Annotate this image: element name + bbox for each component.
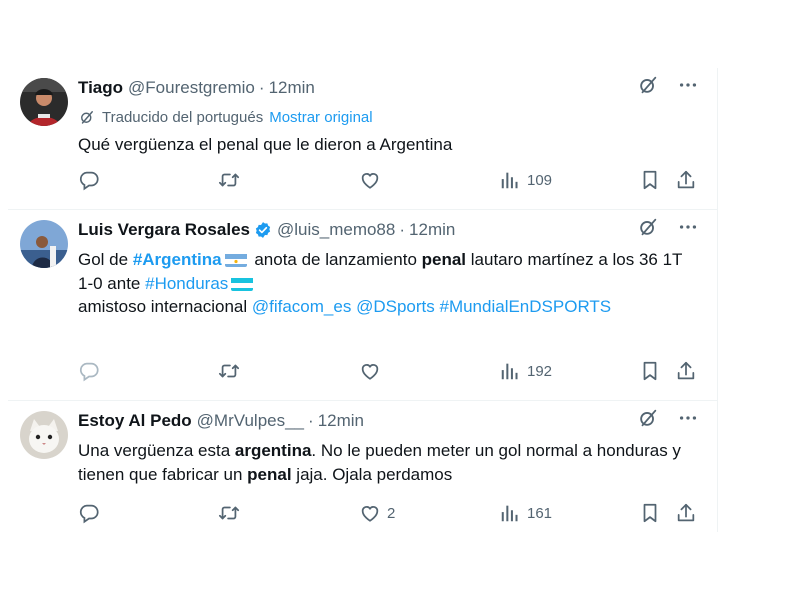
views-count: 192 [527, 362, 553, 380]
share-icon [675, 502, 697, 524]
tweet[interactable]: Tiago @Fourestgremio · 12min Traducido d… [8, 68, 717, 210]
tweet-header: Estoy Al Pedo @MrVulpes__ · 12min [78, 409, 364, 433]
reply-icon [78, 169, 100, 191]
views-icon [499, 169, 521, 191]
views-count: 109 [527, 171, 553, 189]
translated-label: Traducido del portugués [102, 108, 264, 126]
text-segment: lautaro martínez a los 36 1T [466, 250, 683, 269]
share-icon [675, 360, 697, 382]
grok-icon[interactable] [637, 74, 659, 96]
views-button[interactable]: 161 [499, 502, 552, 524]
bold-text: penal [247, 464, 292, 484]
avatar[interactable] [20, 78, 68, 126]
retweet-button[interactable] [218, 169, 240, 191]
share-button[interactable] [675, 502, 697, 524]
text-segment: jaja. Ojala perdamos [291, 464, 453, 484]
show-original-link[interactable]: Mostrar original [269, 109, 372, 126]
user-name[interactable]: Estoy Al Pedo [78, 411, 192, 431]
reply-icon [78, 360, 100, 382]
text-segment: 1-0 ante [78, 273, 146, 293]
bookmark-icon [639, 502, 661, 524]
text-segment: anota de lanzamiento [249, 250, 422, 269]
like-icon [359, 360, 381, 382]
share-icon [675, 169, 697, 191]
timestamp[interactable]: 12min [318, 411, 364, 431]
verified-badge-icon [255, 222, 271, 238]
tweet-header: Luis Vergara Rosales @luis_memo88 · 12mi… [78, 218, 455, 242]
grok-icon[interactable] [637, 407, 659, 429]
tweet[interactable]: Luis Vergara Rosales @luis_memo88 · 12mi… [8, 210, 717, 401]
like-button[interactable] [359, 360, 381, 382]
tweet-actions: 192 [78, 360, 699, 390]
share-button[interactable] [675, 169, 697, 191]
retweet-button[interactable] [218, 502, 240, 524]
text-segment: amistoso internacional [78, 297, 252, 316]
like-button[interactable]: 2 [359, 502, 395, 524]
tweet-header: Tiago @Fourestgremio · 12min [78, 76, 315, 100]
bookmark-icon [639, 360, 661, 382]
text-segment: Una vergüenza esta [78, 441, 235, 460]
timestamp[interactable]: 12min [269, 78, 315, 98]
translate-icon [78, 108, 96, 126]
user-name[interactable]: Tiago [78, 78, 123, 98]
tweet-text: Gol de #Argentina anota de lanzamiento p… [78, 248, 699, 319]
honduras-flag-icon [231, 276, 254, 291]
retweet-icon [218, 169, 240, 191]
retweet-icon [218, 502, 240, 524]
argentina-flag-icon [224, 252, 247, 267]
tweet-line: amistoso internacional @fifacom_es @DSpo… [78, 295, 699, 319]
tweet-actions: 2 161 [78, 502, 699, 532]
views-icon [499, 502, 521, 524]
avatar[interactable] [20, 411, 68, 459]
tweet-text: Una vergüenza esta argentina. No le pued… [78, 439, 699, 486]
reply-button[interactable] [78, 169, 100, 191]
tweet-line: 1-0 ante #Honduras [78, 272, 699, 296]
retweet-icon [218, 360, 240, 382]
tweet-actions: 109 [78, 169, 699, 199]
retweet-button[interactable] [218, 360, 240, 382]
more-icon[interactable] [677, 407, 699, 429]
separator-dot: · [308, 411, 314, 430]
views-button[interactable]: 109 [499, 169, 552, 191]
views-count: 161 [527, 504, 553, 522]
likes-count: 2 [387, 504, 396, 522]
mention-link[interactable]: @DSports [356, 297, 435, 316]
timeline-feed: Tiago @Fourestgremio · 12min Traducido d… [8, 68, 718, 532]
user-name[interactable]: Luis Vergara Rosales [78, 220, 250, 240]
separator-dot: · [258, 78, 265, 97]
bold-text: penal [421, 250, 467, 269]
tweet-text: Qué vergüenza el penal que le dieron a A… [78, 135, 453, 154]
grok-icon[interactable] [637, 216, 659, 238]
bookmark-button[interactable] [639, 169, 661, 191]
avatar[interactable] [20, 220, 68, 268]
share-button[interactable] [675, 360, 697, 382]
timestamp[interactable]: 12min [409, 220, 455, 240]
tweet-line: Gol de #Argentina anota de lanzamiento p… [78, 248, 699, 272]
bookmark-button[interactable] [639, 502, 661, 524]
hashtag-link[interactable]: #MundialEnDSPORTS [439, 297, 611, 316]
bookmark-icon [639, 169, 661, 191]
like-icon [359, 502, 381, 524]
mention-link[interactable]: @fifacom_es [252, 297, 351, 316]
reply-button[interactable] [78, 360, 100, 382]
more-icon[interactable] [677, 74, 699, 96]
reply-button[interactable] [78, 502, 100, 524]
like-icon [359, 169, 381, 191]
views-icon [499, 360, 521, 382]
bookmark-button[interactable] [639, 360, 661, 382]
like-button[interactable] [359, 169, 381, 191]
user-handle[interactable]: @MrVulpes__ [197, 411, 304, 431]
user-handle[interactable]: @Fourestgremio [128, 78, 255, 98]
translation-notice: Traducido del portugués Mostrar original [78, 108, 373, 126]
tweet[interactable]: Estoy Al Pedo @MrVulpes__ · 12min Una ve… [8, 401, 717, 532]
separator-dot: · [399, 220, 406, 239]
reply-icon [78, 502, 100, 524]
bold-text: argentina [234, 441, 312, 460]
views-button[interactable]: 192 [499, 360, 552, 382]
text-segment: Gol de [78, 250, 133, 269]
more-icon[interactable] [677, 216, 699, 238]
user-handle[interactable]: @luis_memo88 [277, 220, 395, 240]
hashtag-link[interactable]: #Honduras [145, 274, 228, 293]
hashtag-link[interactable]: #Argentina [133, 250, 222, 269]
